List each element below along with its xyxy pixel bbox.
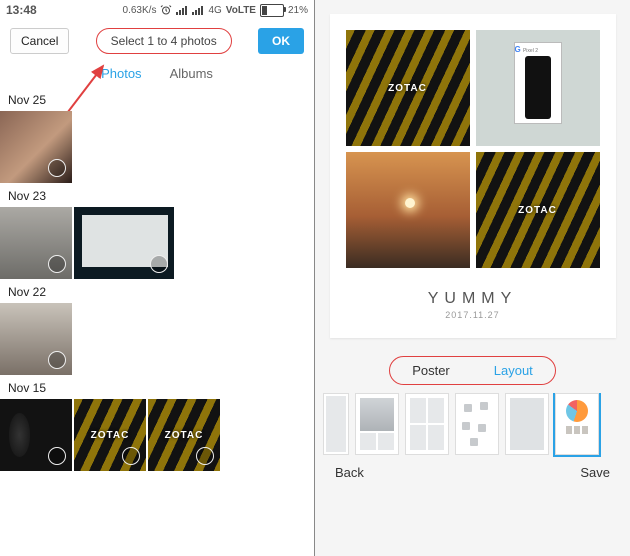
toggle-poster[interactable]: Poster <box>390 357 472 384</box>
pie-icon <box>566 400 588 422</box>
photo-gallery[interactable]: Nov 25 Nov 23 Nov 22 Nov 15 ZOTAC ZOTAC <box>0 89 314 555</box>
back-button[interactable]: Back <box>335 465 364 480</box>
ok-button[interactable]: OK <box>258 28 304 54</box>
phone-icon <box>525 56 551 119</box>
photo-thumb[interactable] <box>0 111 72 183</box>
select-circle-icon[interactable] <box>48 255 66 273</box>
poster-cell: ZOTAC <box>346 30 470 146</box>
layout-option-selected[interactable] <box>555 393 599 455</box>
cancel-button[interactable]: Cancel <box>10 28 69 54</box>
alarm-icon <box>160 4 172 16</box>
date-header: Nov 22 <box>0 281 314 303</box>
layout-strip[interactable] <box>315 393 630 459</box>
status-battery-pct: 21% <box>288 5 308 16</box>
poster-cell: ZOTAC <box>476 152 600 268</box>
status-time: 13:48 <box>6 3 37 17</box>
save-button[interactable]: Save <box>580 465 610 480</box>
select-circle-icon[interactable] <box>122 447 140 465</box>
layout-option[interactable] <box>455 393 499 455</box>
select-circle-icon[interactable] <box>150 255 168 273</box>
poster-cell <box>346 152 470 268</box>
thumb-label: ZOTAC <box>165 430 204 441</box>
photo-thumb[interactable]: ZOTAC <box>74 399 146 471</box>
right-screen: ZOTAC G Pixel 2 ZOTAC YUMMY 2017.11.27 <box>315 0 630 556</box>
date-header: Nov 15 <box>0 377 314 399</box>
signal-icon-sim1 <box>176 5 188 15</box>
layout-option[interactable] <box>405 393 449 455</box>
select-circle-icon[interactable] <box>48 351 66 369</box>
poster-title: YUMMY <box>346 290 600 308</box>
photo-thumb[interactable] <box>74 207 174 279</box>
layout-option[interactable] <box>323 393 349 455</box>
signal-icon-sim2 <box>192 5 204 15</box>
poster-preview[interactable]: ZOTAC G Pixel 2 ZOTAC YUMMY 2017.11.27 <box>330 14 616 338</box>
left-screen: 13:48 0.63K/s 4G VoLTE 21% Cancel <box>0 0 315 556</box>
poster-preview-stage: ZOTAC G Pixel 2 ZOTAC YUMMY 2017.11.27 <box>315 0 630 338</box>
poster-date: 2017.11.27 <box>346 310 600 320</box>
date-header: Nov 25 <box>0 89 314 111</box>
thumb-label: ZOTAC <box>91 430 130 441</box>
select-circle-icon[interactable] <box>48 447 66 465</box>
select-circle-icon[interactable] <box>196 447 214 465</box>
tab-photos[interactable]: Photos <box>101 66 141 81</box>
status-cell-gen: 4G <box>208 5 221 16</box>
tab-albums[interactable]: Albums <box>170 66 213 81</box>
status-net-rate: 0.63K/s <box>123 5 157 16</box>
select-hint-pill: Select 1 to 4 photos <box>96 28 232 54</box>
poster-cell: G Pixel 2 <box>476 30 600 146</box>
battery-icon <box>260 4 284 17</box>
photo-thumb[interactable]: ZOTAC <box>148 399 220 471</box>
poster-cell-label: ZOTAC <box>518 205 557 216</box>
editor-footer: Back Save <box>315 459 630 488</box>
status-bar: 13:48 0.63K/s 4G VoLTE 21% <box>0 0 314 20</box>
brand-logo: G <box>515 45 521 54</box>
photo-thumb[interactable] <box>0 399 72 471</box>
layout-option[interactable] <box>505 393 549 455</box>
status-volte: VoLTE <box>226 5 256 16</box>
poster-cell-label: ZOTAC <box>388 83 427 94</box>
gallery-tabs: Photos Albums <box>0 62 314 89</box>
layout-option[interactable] <box>355 393 399 455</box>
date-header: Nov 23 <box>0 185 314 207</box>
product-name: Pixel 2 <box>523 48 538 54</box>
selection-header: Cancel Select 1 to 4 photos OK <box>0 20 314 62</box>
photo-thumb[interactable] <box>0 303 72 375</box>
mode-toggle: Poster Layout <box>315 356 630 385</box>
select-circle-icon[interactable] <box>48 159 66 177</box>
toggle-layout[interactable]: Layout <box>472 357 555 384</box>
photo-thumb[interactable] <box>0 207 72 279</box>
